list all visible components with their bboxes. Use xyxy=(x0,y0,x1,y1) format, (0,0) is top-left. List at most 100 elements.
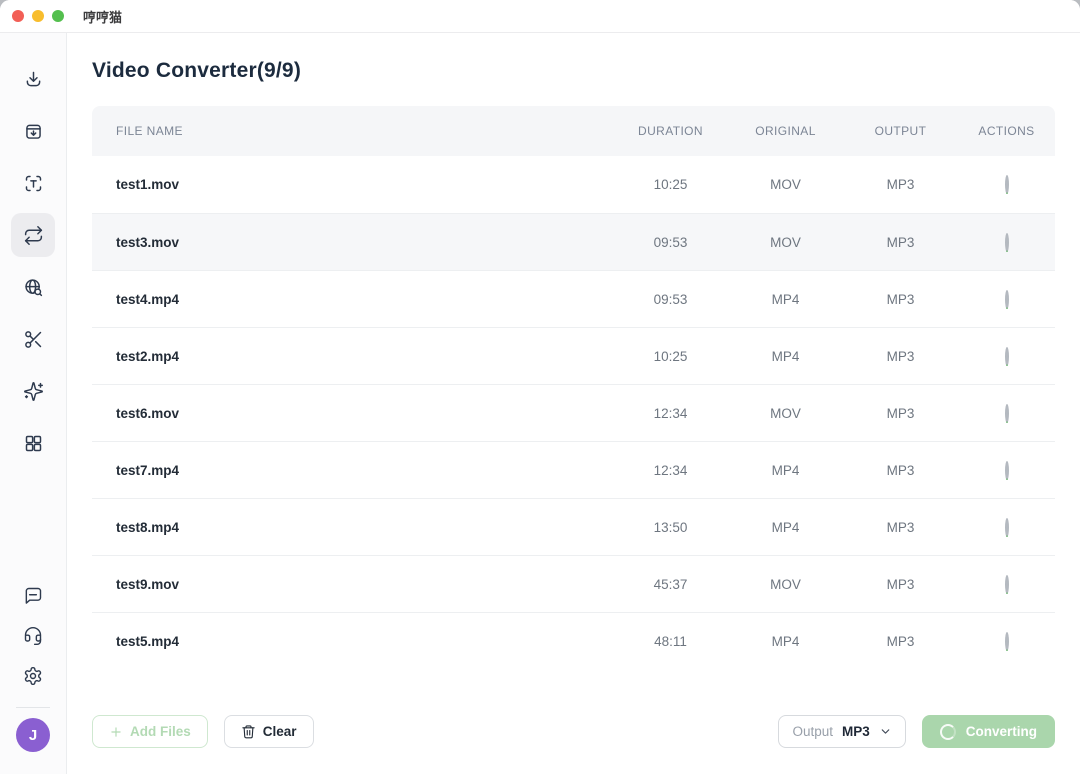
traffic-lights xyxy=(12,10,64,22)
avatar[interactable]: J xyxy=(16,718,50,752)
progress-spinner-icon xyxy=(1005,347,1009,366)
col-output: OUTPUT xyxy=(843,124,958,138)
sidebar-item-support[interactable] xyxy=(15,618,51,654)
table-row[interactable]: test2.mp4 10:25 MP4 MP3 xyxy=(92,327,1055,384)
original-format: MP4 xyxy=(728,520,843,535)
chevron-down-icon xyxy=(879,725,892,738)
minimize-button[interactable] xyxy=(32,10,44,22)
table-header: FILE NAME DURATION ORIGINAL OUTPUT ACTIO… xyxy=(92,106,1055,156)
file-name: test5.mp4 xyxy=(92,634,613,649)
file-name: test7.mp4 xyxy=(92,463,613,478)
col-file-name: FILE NAME xyxy=(92,124,613,138)
duration: 09:53 xyxy=(613,235,728,250)
progress-spinner-icon xyxy=(1005,175,1009,194)
main-panel: Video Converter(9/9) FILE NAME DURATION … xyxy=(67,33,1080,774)
file-name: test3.mov xyxy=(92,235,613,250)
sidebar-item-settings[interactable] xyxy=(15,658,51,694)
add-files-label: Add Files xyxy=(130,724,191,739)
close-button[interactable] xyxy=(12,10,24,22)
table-row[interactable]: test9.mov 45:37 MOV MP3 xyxy=(92,555,1055,612)
progress-spinner-icon xyxy=(1005,233,1009,252)
progress-spinner-icon xyxy=(1005,290,1009,309)
output-format: MP3 xyxy=(843,292,958,307)
col-actions: ACTIONS xyxy=(958,124,1055,138)
gear-icon xyxy=(23,666,43,686)
globe-search-icon xyxy=(23,277,44,298)
sidebar-item-video-downloader[interactable] xyxy=(11,109,55,153)
output-format: MP3 xyxy=(843,406,958,421)
progress-spinner-icon xyxy=(1005,518,1009,537)
app-window: 哼哼猫 xyxy=(0,0,1080,774)
file-name: test8.mp4 xyxy=(92,520,613,535)
titlebar: 哼哼猫 xyxy=(0,0,1080,33)
table-row[interactable]: test3.mov 09:53 MOV MP3 xyxy=(92,213,1055,270)
progress-spinner-icon xyxy=(1005,404,1009,423)
file-table: FILE NAME DURATION ORIGINAL OUTPUT ACTIO… xyxy=(92,106,1055,669)
output-format: MP3 xyxy=(843,349,958,364)
original-format: MOV xyxy=(728,177,843,192)
sidebar-item-feedback[interactable] xyxy=(15,578,51,614)
file-name: test1.mov xyxy=(92,177,613,192)
output-label: Output xyxy=(792,724,833,739)
duration: 10:25 xyxy=(613,349,728,364)
output-format: MP3 xyxy=(843,634,958,649)
clear-label: Clear xyxy=(263,724,297,739)
output-format-select[interactable]: Output MP3 xyxy=(778,715,905,748)
sidebar-item-trim[interactable] xyxy=(11,317,55,361)
duration: 45:37 xyxy=(613,577,728,592)
file-name: test2.mp4 xyxy=(92,349,613,364)
add-files-button[interactable]: Add Files xyxy=(92,715,208,748)
converting-button[interactable]: Converting xyxy=(922,715,1055,748)
table-row[interactable]: test8.mp4 13:50 MP4 MP3 xyxy=(92,498,1055,555)
output-value: MP3 xyxy=(842,724,870,739)
progress-spinner-icon xyxy=(1005,461,1009,480)
bottom-toolbar: Add Files Clear Output MP3 xyxy=(92,715,1055,748)
table-row[interactable]: test4.mp4 09:53 MP4 MP3 xyxy=(92,270,1055,327)
duration: 10:25 xyxy=(613,177,728,192)
file-name: test6.mov xyxy=(92,406,613,421)
clear-button[interactable]: Clear xyxy=(224,715,314,748)
plus-icon xyxy=(109,725,123,739)
table-row[interactable]: test6.mov 12:34 MOV MP3 xyxy=(92,384,1055,441)
trash-icon xyxy=(241,724,256,739)
duration: 09:53 xyxy=(613,292,728,307)
sidebar: J xyxy=(0,33,67,774)
sparkles-icon xyxy=(23,381,44,402)
duration: 12:34 xyxy=(613,406,728,421)
sidebar-divider xyxy=(16,707,50,708)
table-row[interactable]: test5.mp4 48:11 MP4 MP3 xyxy=(92,612,1055,669)
duration: 12:34 xyxy=(613,463,728,478)
output-format: MP3 xyxy=(843,520,958,535)
duration: 48:11 xyxy=(613,634,728,649)
output-format: MP3 xyxy=(843,177,958,192)
sidebar-item-ai-tools[interactable] xyxy=(11,369,55,413)
scissors-icon xyxy=(23,329,44,350)
original-format: MOV xyxy=(728,406,843,421)
headset-icon xyxy=(23,626,43,646)
converting-label: Converting xyxy=(966,724,1037,739)
output-format: MP3 xyxy=(843,235,958,250)
sidebar-item-apps[interactable] xyxy=(11,421,55,465)
original-format: MP4 xyxy=(728,634,843,649)
text-scan-icon xyxy=(23,173,44,194)
loading-spinner-icon xyxy=(940,724,956,740)
original-format: MP4 xyxy=(728,292,843,307)
sidebar-item-download[interactable] xyxy=(11,57,55,101)
page-title: Video Converter(9/9) xyxy=(92,59,1055,83)
sidebar-item-converter[interactable] xyxy=(11,213,55,257)
grid-icon xyxy=(23,433,44,454)
original-format: MP4 xyxy=(728,463,843,478)
output-format: MP3 xyxy=(843,577,958,592)
progress-spinner-icon xyxy=(1005,632,1009,651)
original-format: MOV xyxy=(728,577,843,592)
original-format: MOV xyxy=(728,235,843,250)
table-row[interactable]: test7.mp4 12:34 MP4 MP3 xyxy=(92,441,1055,498)
file-name: test9.mov xyxy=(92,577,613,592)
sidebar-item-web-search[interactable] xyxy=(11,265,55,309)
duration: 13:50 xyxy=(613,520,728,535)
zoom-button[interactable] xyxy=(52,10,64,22)
table-row[interactable]: test1.mov 10:25 MOV MP3 xyxy=(92,156,1055,213)
download-icon xyxy=(23,69,44,90)
sidebar-item-text-recognition[interactable] xyxy=(11,161,55,205)
progress-spinner-icon xyxy=(1005,575,1009,594)
